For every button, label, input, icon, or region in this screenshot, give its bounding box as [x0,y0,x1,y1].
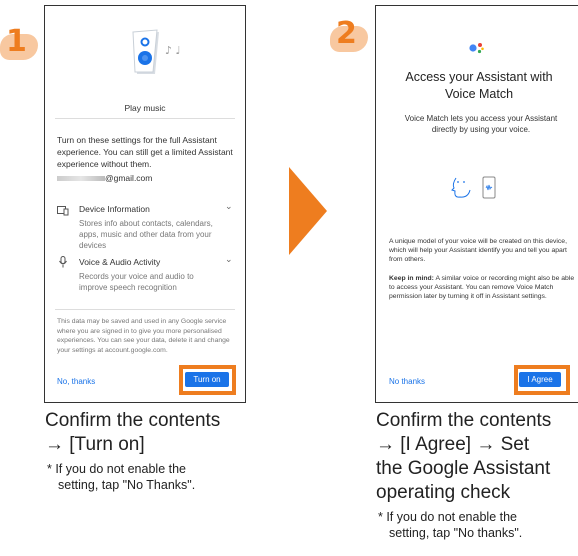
screen-title: Play music [124,103,166,113]
no-thanks-button[interactable]: No, thanks [57,377,95,386]
svg-text:♪ ♩: ♪ ♩ [165,44,181,57]
microphone-icon [59,256,67,268]
device-info-title: Device Information [79,204,150,214]
step-1-caption-line-2: → [Turn on] [45,434,145,455]
step-2-note-line-1: * If you do not enable the [378,510,517,524]
speaker-illustration-icon: ♪ ♩ [132,29,181,74]
keep-in-mind-text: Keep in mind: A similar voice or recordi… [389,274,577,301]
device-icon [57,206,69,216]
screen-title-line-1: Access your Assistant with [405,70,553,84]
step-1-badge: 1 [0,24,44,64]
screen-title-line-2: Voice Match [444,87,514,101]
intro-text: Turn on these settings for the full Assi… [57,135,233,169]
no-thanks-button[interactable]: No thanks [389,377,425,386]
chevron-down-icon[interactable]: ⌄ [225,254,233,265]
step-2-badge: 2 [330,16,374,56]
step-2-caption-line-3: the Google Assistant [376,458,551,479]
i-agree-highlight [514,365,570,395]
email-domain: @gmail.com [105,173,153,183]
keep-in-mind-label: Keep in mind: [389,275,434,282]
voice-model-text: A unique model of your voice will be cre… [389,238,567,263]
voice-activity-title: Voice & Audio Activity [79,257,161,267]
google-assistant-icon [469,43,484,54]
phone-screen-step-1: ♪ ♩ Play music Turn on these settings fo… [44,5,246,403]
step-2-note-line-2: setting, tap "No thanks". [389,526,523,540]
footer-text: This data may be saved and used in any G… [57,318,230,354]
device-info-desc: Stores info about contacts, calendars, a… [79,219,213,250]
chevron-down-icon[interactable]: ⌄ [225,201,233,212]
step-1-note-line-2: setting, tap "No Thanks". [58,478,196,492]
step-1-caption-line-1: Confirm the contents [45,410,221,431]
step-2-caption-line-1: Confirm the contents [376,410,552,431]
voice-activity-desc: Records your voice and audio to improve … [79,272,194,292]
phone-screen-step-2: Access your Assistant with Voice Match V… [375,5,578,403]
voice-match-face-icon [451,176,496,199]
turn-on-highlight [179,365,236,395]
blurred-email [57,176,105,181]
step-1-note-line-1: * If you do not enable the [47,462,186,476]
next-arrow-icon [289,167,327,255]
step-2-caption-line-2: → [I Agree] → Set [376,434,530,455]
intro-text: Voice Match lets you access your Assista… [404,114,558,134]
step-2-caption-line-4: operating check [376,482,511,503]
